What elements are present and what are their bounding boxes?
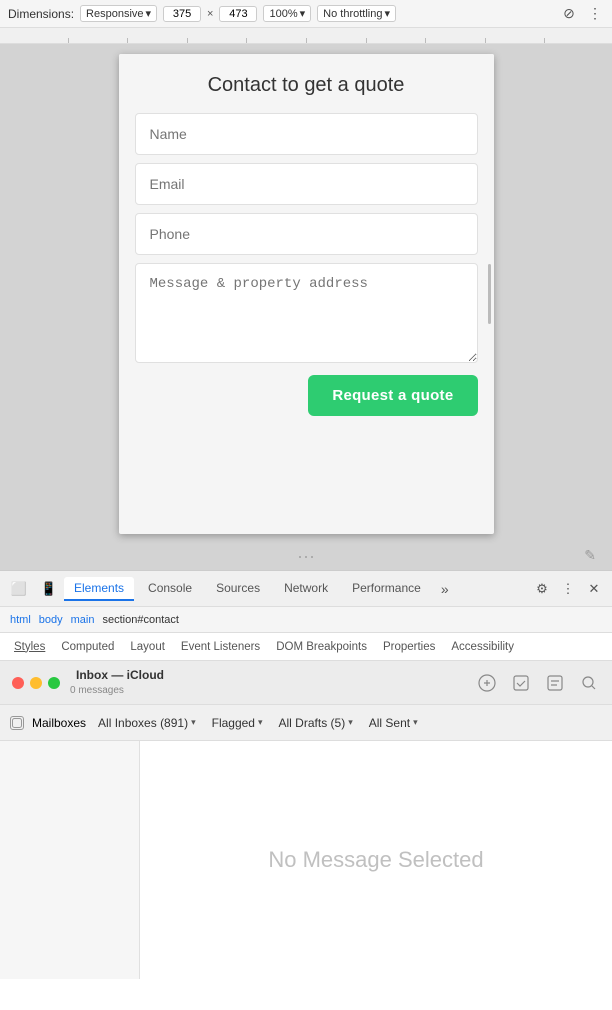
breadcrumb-html[interactable]: html bbox=[8, 614, 33, 626]
name-field[interactable] bbox=[135, 113, 478, 155]
mail-toolbar: Inbox — iCloud 0 messages bbox=[0, 661, 612, 705]
width-input[interactable] bbox=[163, 6, 201, 22]
breadcrumb-main[interactable]: main bbox=[69, 614, 97, 626]
mail-action-icons bbox=[476, 672, 600, 694]
mail-search-icon[interactable] bbox=[578, 672, 600, 694]
tab-console[interactable]: Console bbox=[138, 577, 202, 601]
all-inboxes-filter[interactable]: All Inboxes (891) ▾ bbox=[94, 714, 200, 732]
flagged-filter[interactable]: Flagged ▾ bbox=[208, 714, 267, 732]
sub-tab-accessibility[interactable]: Accessibility bbox=[445, 639, 520, 655]
dimensions-label: Dimensions: bbox=[8, 7, 74, 21]
preview-frame: Contact to get a quote Request a quote bbox=[119, 54, 494, 534]
minimize-traffic-light[interactable] bbox=[30, 677, 42, 689]
breadcrumb-body[interactable]: body bbox=[37, 614, 65, 626]
message-field[interactable] bbox=[135, 263, 478, 363]
sub-tab-layout[interactable]: Layout bbox=[124, 639, 171, 655]
device-toggle-icon[interactable]: 📱 bbox=[38, 578, 60, 600]
close-traffic-light[interactable] bbox=[12, 677, 24, 689]
mail-app-subtitle: 0 messages bbox=[70, 684, 164, 697]
devtools-settings-group: ⚙ ⋮ ✕ bbox=[532, 579, 604, 599]
tab-sources[interactable]: Sources bbox=[206, 577, 270, 601]
breadcrumb-bar: html body main section#contact bbox=[0, 607, 612, 633]
mail-compose-icon[interactable] bbox=[476, 672, 498, 694]
responsive-select[interactable]: Responsive ▾ bbox=[80, 5, 157, 22]
sub-tab-event-listeners[interactable]: Event Listeners bbox=[175, 639, 266, 655]
pencil-icon[interactable]: ✎ bbox=[584, 548, 596, 562]
mail-content: No Message Selected bbox=[0, 741, 612, 979]
devtools-header-icons: ⬜ 📱 bbox=[8, 578, 60, 600]
sub-tab-dom-breakpoints[interactable]: DOM Breakpoints bbox=[270, 639, 373, 655]
request-quote-button[interactable]: Request a quote bbox=[308, 375, 477, 416]
fullscreen-traffic-light[interactable] bbox=[48, 677, 60, 689]
more-tabs-button[interactable]: » bbox=[435, 577, 455, 601]
sub-tab-properties[interactable]: Properties bbox=[377, 639, 441, 655]
devtools-toolbar: Dimensions: Responsive ▾ × 100% ▾ No thr… bbox=[0, 0, 612, 28]
throttle-select[interactable]: No throttling ▾ bbox=[317, 5, 396, 22]
ruler bbox=[0, 28, 612, 44]
devtools-settings-icon[interactable]: ⚙ bbox=[532, 579, 552, 599]
mail-sidebar bbox=[0, 741, 140, 979]
devtools-kebab-icon[interactable]: ⋮ bbox=[558, 579, 578, 599]
mail-main: No Message Selected bbox=[140, 741, 612, 979]
sub-tabs-bar: Styles Computed Layout Event Listeners D… bbox=[0, 633, 612, 661]
mail-filter-bar: Mailboxes All Inboxes (891) ▾ Flagged ▾ … bbox=[0, 705, 612, 741]
x-separator: × bbox=[207, 8, 213, 20]
scrollbar bbox=[488, 264, 491, 324]
no-message-label: No Message Selected bbox=[268, 847, 483, 873]
more-options-icon[interactable]: ⋮ bbox=[586, 5, 604, 23]
tab-elements[interactable]: Elements bbox=[64, 577, 134, 601]
all-drafts-filter[interactable]: All Drafts (5) ▾ bbox=[275, 714, 357, 732]
breadcrumb-section[interactable]: section#contact bbox=[100, 614, 180, 626]
all-sent-filter[interactable]: All Sent ▾ bbox=[365, 714, 422, 732]
tab-network[interactable]: Network bbox=[274, 577, 338, 601]
sub-tab-computed[interactable]: Computed bbox=[55, 639, 120, 655]
preview-area: Contact to get a quote Request a quote bbox=[0, 44, 612, 544]
tab-performance[interactable]: Performance bbox=[342, 577, 431, 601]
form-title: Contact to get a quote bbox=[135, 74, 478, 97]
inspect-element-icon[interactable]: ⬜ bbox=[8, 578, 30, 600]
zoom-select[interactable]: 100% ▾ bbox=[263, 5, 311, 22]
email-field[interactable] bbox=[135, 163, 478, 205]
contact-form: Contact to get a quote Request a quote bbox=[119, 54, 494, 436]
devtools-panel: ⬜ 📱 Elements Console Sources Network Per… bbox=[0, 570, 612, 1010]
mailboxes-checkbox[interactable] bbox=[10, 716, 24, 730]
mailboxes-label: Mailboxes bbox=[32, 716, 86, 730]
resize-handle[interactable]: ⋯ ✎ bbox=[0, 544, 612, 570]
phone-field[interactable] bbox=[135, 213, 478, 255]
mail-app-title: Inbox — iCloud bbox=[76, 668, 164, 684]
height-input[interactable] bbox=[219, 6, 257, 22]
rotate-icon[interactable]: ⊘ bbox=[560, 5, 578, 23]
devtools-close-icon[interactable]: ✕ bbox=[584, 579, 604, 599]
devtools-tab-bar: ⬜ 📱 Elements Console Sources Network Per… bbox=[0, 571, 612, 607]
traffic-lights bbox=[12, 677, 60, 689]
sub-tab-styles[interactable]: Styles bbox=[8, 639, 51, 655]
mail-check-icon[interactable] bbox=[510, 672, 532, 694]
mail-move-icon[interactable] bbox=[544, 672, 566, 694]
mail-app: Inbox — iCloud 0 messages bbox=[0, 661, 612, 979]
